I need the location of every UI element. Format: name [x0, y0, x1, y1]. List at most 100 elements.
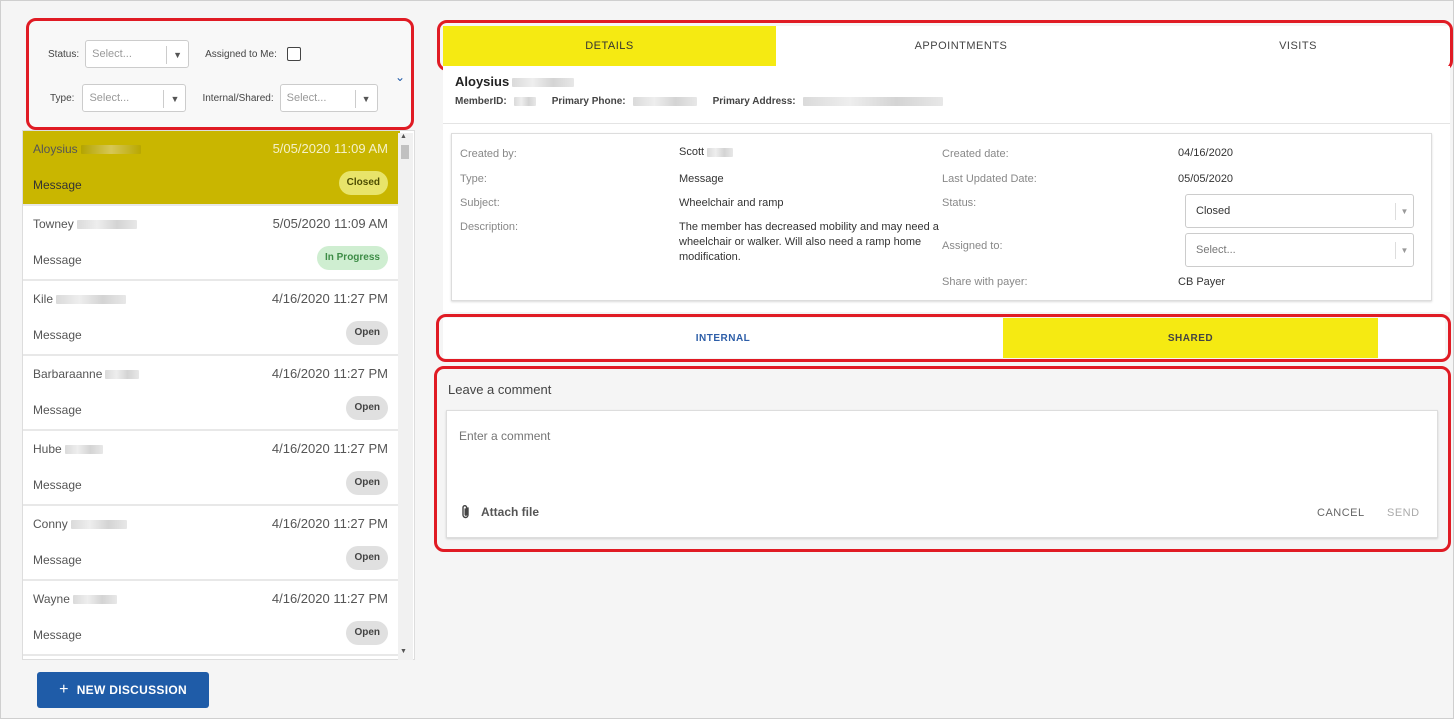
type-filter-row: Type: Select... ▼ Internal/Shared: Selec… [50, 84, 378, 112]
internal-shared-select[interactable]: Select... ▼ [279, 84, 378, 112]
discussion-type: Message [33, 628, 82, 642]
description-label: Description: [460, 221, 519, 233]
discussion-name: Towney [33, 217, 137, 231]
discussion-type: Message [33, 253, 82, 267]
status-badge: Open [346, 546, 388, 570]
plus-icon: + [59, 681, 69, 698]
detail-tabs: DETAILS APPOINTMENTS VISITS [443, 26, 1450, 66]
discussion-date: 4/16/2020 11:27 PM [271, 291, 388, 306]
type-label: Type: [460, 173, 487, 185]
member-name: Aloysius [455, 74, 575, 89]
last-updated-value: 05/05/2020 [1178, 173, 1234, 185]
primary-address-label: Primary Address: [712, 96, 796, 107]
scroll-down-icon[interactable]: ▼ [400, 648, 407, 655]
discussion-name: Aloysius [33, 142, 141, 156]
list-scrollbar[interactable] [398, 133, 413, 660]
tab-details[interactable]: DETAILS [443, 26, 776, 66]
tab-shared[interactable]: SHARED [1003, 318, 1378, 358]
type-select-placeholder: Select... [89, 92, 130, 104]
internal-shared-placeholder: Select... [286, 92, 327, 104]
discussion-type: Message [33, 178, 82, 192]
discussion-date: 5/05/2020 11:09 AM [272, 141, 388, 156]
discussion-date: 4/16/2020 11:27 PM [271, 516, 388, 531]
leave-comment-heading: Leave a comment [448, 382, 552, 397]
internal-shared-label: Internal/Shared: [202, 92, 274, 104]
type-select[interactable]: Select... ▼ [82, 84, 187, 112]
status-filter-row: Status: Select... ▼ Assigned to Me: [48, 40, 301, 68]
discussion-type: Message [33, 403, 82, 417]
cancel-button[interactable]: CANCEL [1317, 507, 1365, 519]
status-label: Status: [942, 197, 977, 209]
attach-file-button[interactable]: Attach file [461, 504, 539, 520]
discussion-date: 5/05/2020 11:09 AM [272, 216, 388, 231]
details-card: Created by: Scott Type: Message Subject:… [451, 133, 1432, 301]
assigned-to-me-label: Assigned to Me: [205, 48, 277, 60]
discussion-type: Message [33, 328, 82, 342]
discussion-item[interactable]: Aloysius 5/05/2020 11:09 AM Message Clos… [23, 131, 400, 206]
discussion-name: Wayne [33, 592, 117, 606]
send-button[interactable]: SEND [1387, 507, 1420, 519]
status-select[interactable]: Closed ▼ [1185, 194, 1414, 228]
discussion-item[interactable]: Wayne 4/16/2020 11:27 PM Message Open [23, 581, 400, 656]
chevron-down-icon: ▼ [1395, 203, 1413, 220]
tab-visits[interactable]: VISITS [1146, 26, 1450, 66]
status-badge: Open [346, 396, 388, 420]
created-by-label: Created by: [460, 148, 517, 160]
tab-internal[interactable]: INTERNAL [443, 318, 1003, 358]
chevron-down-icon: ▼ [166, 46, 188, 64]
primary-phone-label: Primary Phone: [551, 96, 626, 107]
new-discussion-button[interactable]: + NEW DISCUSSION [37, 672, 209, 708]
member-info-line: MemberID: Primary Phone: Primary Address… [455, 96, 943, 107]
assigned-to-label: Assigned to: [942, 240, 1003, 252]
tab-appointments[interactable]: APPOINTMENTS [776, 26, 1146, 66]
status-select[interactable]: Select... ▼ [85, 40, 190, 68]
subject-value: Wheelchair and ramp [679, 197, 784, 209]
subject-label: Subject: [460, 197, 500, 209]
discussion-date: 4/16/2020 11:27 PM [271, 441, 388, 456]
comment-tabs: INTERNAL SHARED [443, 318, 1445, 358]
status-select-placeholder: Select... [92, 48, 132, 60]
status-select-value: Closed [1196, 205, 1231, 217]
discussion-name: Conny [33, 517, 127, 531]
type-filter-label: Type: [50, 92, 75, 104]
chevron-down-icon: ▼ [163, 90, 185, 108]
status-badge: Open [346, 621, 388, 645]
member-header: Aloysius MemberID: Primary Phone: Primar… [443, 66, 1450, 124]
created-date-label: Created date: [942, 148, 1009, 160]
new-discussion-label: NEW DISCUSSION [76, 683, 187, 697]
share-with-payer-value: CB Payer [1178, 276, 1226, 288]
created-date-value: 04/16/2020 [1178, 147, 1234, 159]
status-badge: Open [346, 321, 388, 345]
scrollbar-thumb[interactable] [401, 145, 409, 159]
scroll-up-icon[interactable]: ▲ [400, 133, 407, 140]
member-id-label: MemberID: [455, 96, 507, 107]
discussion-date: 4/16/2020 11:27 PM [271, 591, 388, 606]
comment-input[interactable] [459, 429, 1359, 443]
share-with-payer-label: Share with payer: [942, 276, 1028, 288]
discussion-name: Hube [33, 442, 103, 456]
assigned-to-placeholder: Select... [1196, 244, 1236, 256]
chevron-down-icon: ▼ [1395, 242, 1413, 259]
expand-filters-icon[interactable]: ⌄ [395, 70, 405, 84]
discussion-type: Message [33, 478, 82, 492]
discussion-list: Aloysius 5/05/2020 11:09 AM Message Clos… [22, 130, 415, 660]
discussion-item[interactable]: Conny 4/16/2020 11:27 PM Message Open [23, 506, 400, 581]
discussion-item[interactable]: Barbaraanne 4/16/2020 11:27 PM Message O… [23, 356, 400, 431]
last-updated-label: Last Updated Date: [942, 173, 1037, 185]
assigned-to-me-checkbox[interactable] [286, 47, 301, 61]
status-badge: Open [346, 471, 388, 495]
comment-box: Attach file CANCEL SEND [446, 410, 1438, 538]
created-by-value: Scott [679, 146, 734, 158]
discussion-item[interactable]: Towney 5/05/2020 11:09 AM Message In Pro… [23, 206, 400, 281]
attach-file-label: Attach file [481, 505, 540, 519]
assigned-to-select[interactable]: Select... ▼ [1185, 233, 1414, 267]
discussion-name: Barbaraanne [33, 367, 140, 381]
discussion-item[interactable]: Hube 4/16/2020 11:27 PM Message Open [23, 431, 400, 506]
type-value: Message [679, 173, 724, 185]
chevron-down-icon: ▼ [354, 90, 377, 108]
filter-panel: Status: Select... ▼ Assigned to Me: Type… [28, 20, 412, 128]
discussion-item[interactable]: Kile 4/16/2020 11:27 PM Message Open [23, 281, 400, 356]
paperclip-icon [462, 505, 469, 519]
tab-spacer [1378, 318, 1445, 358]
status-filter-label: Status: [48, 48, 80, 60]
